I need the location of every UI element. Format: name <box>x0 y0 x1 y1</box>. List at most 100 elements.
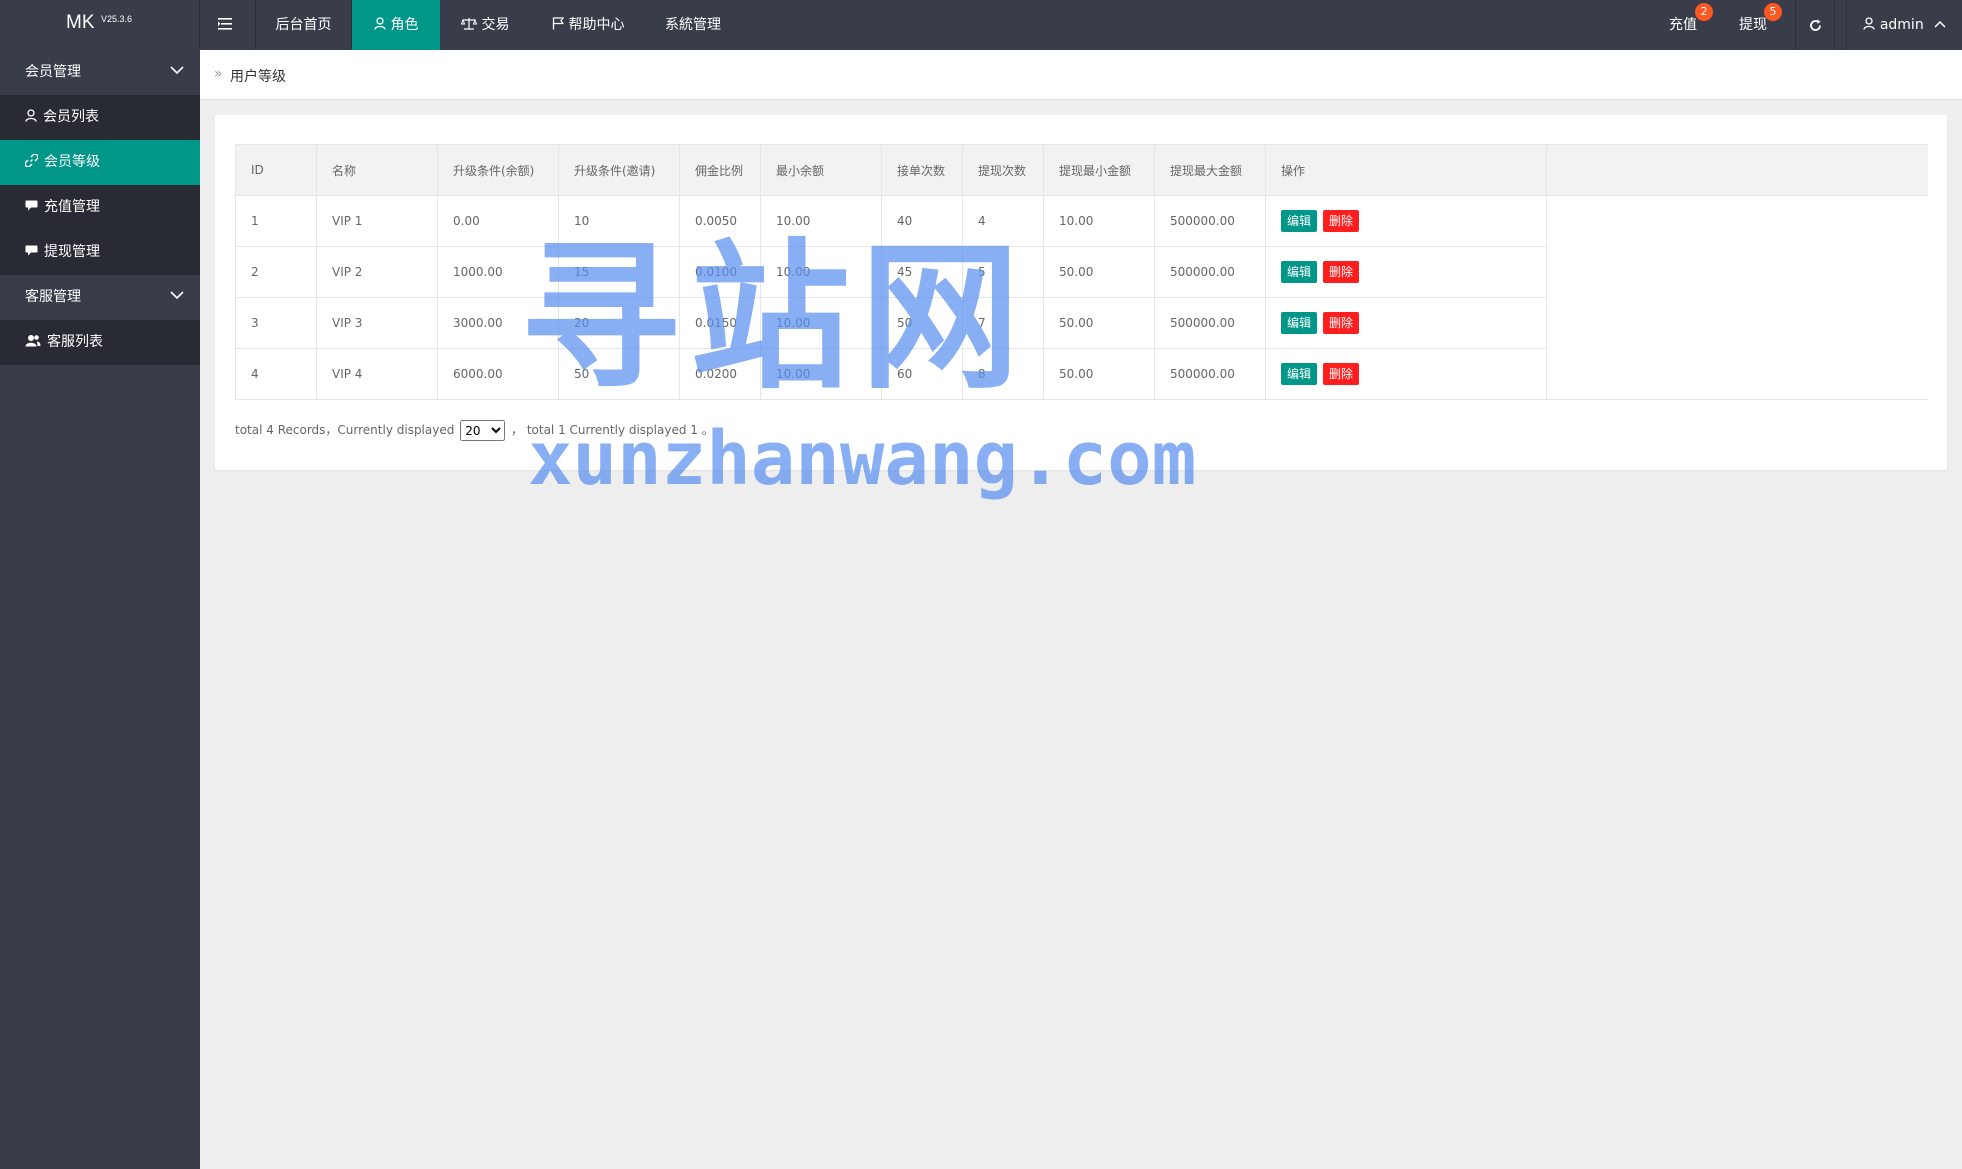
sidebar-item-label: 客服列表 <box>47 334 103 350</box>
nav-recharge-label: 充值 <box>1669 17 1697 33</box>
column-header: 提现次数 <box>962 144 1044 196</box>
column-header: 提现最小金额 <box>1043 144 1155 196</box>
table-cell: 500000.00 <box>1154 246 1266 298</box>
table-row: 2 VIP 2 1000.00 15 0.0100 10.00 45 5 50.… <box>235 246 1928 298</box>
nav-withdraw-label: 提现 <box>1739 17 1767 33</box>
sidebar-item-label: 提现管理 <box>44 244 100 260</box>
edit-button[interactable]: 编辑 <box>1281 261 1318 283</box>
table-cell: 50 <box>558 348 680 400</box>
table-cell: 10 <box>558 195 680 247</box>
table-cell: 45 <box>881 246 963 298</box>
table-header-row: ID 名称 升级条件(余额) 升级条件(邀请) 佣金比例 最小余额 接单次数 提… <box>235 144 1928 196</box>
sidebar-item-service-list[interactable]: 客服列表 <box>0 320 200 365</box>
actions-cell: 编辑 删除 <box>1265 297 1547 349</box>
table-cell: 50.00 <box>1043 297 1155 349</box>
column-header: 升级条件(邀请) <box>558 144 680 196</box>
sidebar-group-members[interactable]: 会员管理 <box>0 50 200 95</box>
nav-system-label: 系統管理 <box>665 17 721 33</box>
table-cell: 0.0100 <box>679 246 761 298</box>
column-header: 最小余额 <box>760 144 882 196</box>
refresh-button[interactable] <box>1795 0 1835 50</box>
delete-button[interactable]: 删除 <box>1323 210 1360 232</box>
nav-role[interactable]: 角色 <box>352 0 440 50</box>
table-cell: 6000.00 <box>437 348 559 400</box>
user-icon <box>373 17 386 30</box>
column-header: 升级条件(余额) <box>437 144 559 196</box>
table-cell: 3 <box>235 297 317 349</box>
table-row: 4 VIP 4 6000.00 50 0.0200 10.00 60 8 50.… <box>235 348 1928 400</box>
table-cell: 60 <box>881 348 963 400</box>
column-header: 接单次数 <box>881 144 963 196</box>
table-cell: 40 <box>881 195 963 247</box>
pagination-prefix: total 4 Records，Currently displayed <box>235 423 455 437</box>
nav-home[interactable]: 后台首页 <box>256 0 352 50</box>
table-row: 3 VIP 3 3000.00 20 0.0150 10.00 50 7 50.… <box>235 297 1928 349</box>
sidebar-item-label: 充值管理 <box>44 199 100 215</box>
table-cell: 3000.00 <box>437 297 559 349</box>
table-cell: 2 <box>235 246 317 298</box>
table-cell: 500000.00 <box>1154 297 1266 349</box>
sidebar-group-service[interactable]: 客服管理 <box>0 275 200 320</box>
table-cell: 5 <box>962 246 1044 298</box>
column-header: 佣金比例 <box>679 144 761 196</box>
table-cell: 0.0150 <box>679 297 761 349</box>
column-header: 提现最大金额 <box>1154 144 1266 196</box>
column-header: 名称 <box>316 144 438 196</box>
app-name: MK <box>66 12 95 33</box>
table-cell: 4 <box>235 348 317 400</box>
delete-button[interactable]: 删除 <box>1323 312 1360 334</box>
nav-role-label: 角色 <box>390 17 419 33</box>
table-cell: 50 <box>881 297 963 349</box>
actions-cell: 编辑 删除 <box>1265 246 1547 298</box>
user-icon <box>25 109 37 122</box>
refresh-icon <box>1809 19 1821 31</box>
table-cell: 1 <box>235 195 317 247</box>
double-chevron-right-icon: » <box>214 66 223 82</box>
logo: MK V25.3.6 <box>0 0 200 50</box>
flag-icon <box>552 17 564 30</box>
table-cell: 10.00 <box>760 348 882 400</box>
sidebar-item-recharge[interactable]: 充值管理 <box>0 185 200 230</box>
table-cell: 10.00 <box>760 297 882 349</box>
menu-toggle-button[interactable] <box>200 0 256 50</box>
nav-trade[interactable]: 交易 <box>448 0 522 50</box>
link-icon <box>24 153 39 168</box>
nav-recharge[interactable]: 充值 2 <box>1654 0 1713 50</box>
actions-cell: 编辑 删除 <box>1265 195 1547 247</box>
chevron-down-icon <box>170 291 184 300</box>
chevron-down-icon <box>170 66 184 75</box>
table-cell: 7 <box>962 297 1044 349</box>
table-cell: 0.0200 <box>679 348 761 400</box>
chat-icon <box>25 200 38 211</box>
users-icon <box>25 335 41 347</box>
delete-button[interactable]: 删除 <box>1323 363 1360 385</box>
per-page-select[interactable]: 20 <box>460 420 506 441</box>
edit-button[interactable]: 编辑 <box>1281 363 1318 385</box>
content-card: ID 名称 升级条件(余额) 升级条件(邀请) 佣金比例 最小余额 接单次数 提… <box>215 115 1947 470</box>
sidebar-item-member-list[interactable]: 会员列表 <box>0 95 200 140</box>
nav-help-label: 帮助中心 <box>568 17 625 33</box>
nav-trade-label: 交易 <box>481 17 510 33</box>
edit-button[interactable]: 编辑 <box>1281 312 1318 334</box>
table-cell: 15 <box>558 246 680 298</box>
table-cell: 10.00 <box>760 246 882 298</box>
user-icon <box>1863 17 1875 30</box>
sidebar-item-label: 会员列表 <box>43 109 99 125</box>
sidebar-item-member-level[interactable]: 会员等级 <box>0 140 200 185</box>
delete-button[interactable]: 删除 <box>1323 261 1360 283</box>
table-cell: 4 <box>962 195 1044 247</box>
nav-system[interactable]: 系統管理 <box>652 0 734 50</box>
table-cell: 500000.00 <box>1154 348 1266 400</box>
breadcrumb: » 用户等级 <box>200 50 1962 100</box>
user-menu[interactable]: admin <box>1846 0 1962 50</box>
nav-withdraw[interactable]: 提现 5 <box>1724 0 1782 50</box>
table-row: 1 VIP 1 0.00 10 0.0050 10.00 40 4 10.00 … <box>235 195 1928 247</box>
nav-help[interactable]: 帮助中心 <box>540 0 636 50</box>
top-navbar: MK V25.3.6 后台首页 角色 交易 帮助中心 系統管理 充值 2 提现 … <box>0 0 1962 50</box>
table-cell: VIP 3 <box>316 297 438 349</box>
page-title: 用户等级 <box>230 69 286 85</box>
spacer-cell <box>1546 348 1928 400</box>
edit-button[interactable]: 编辑 <box>1281 210 1318 232</box>
table-cell: 500000.00 <box>1154 195 1266 247</box>
sidebar-item-withdraw[interactable]: 提现管理 <box>0 230 200 275</box>
